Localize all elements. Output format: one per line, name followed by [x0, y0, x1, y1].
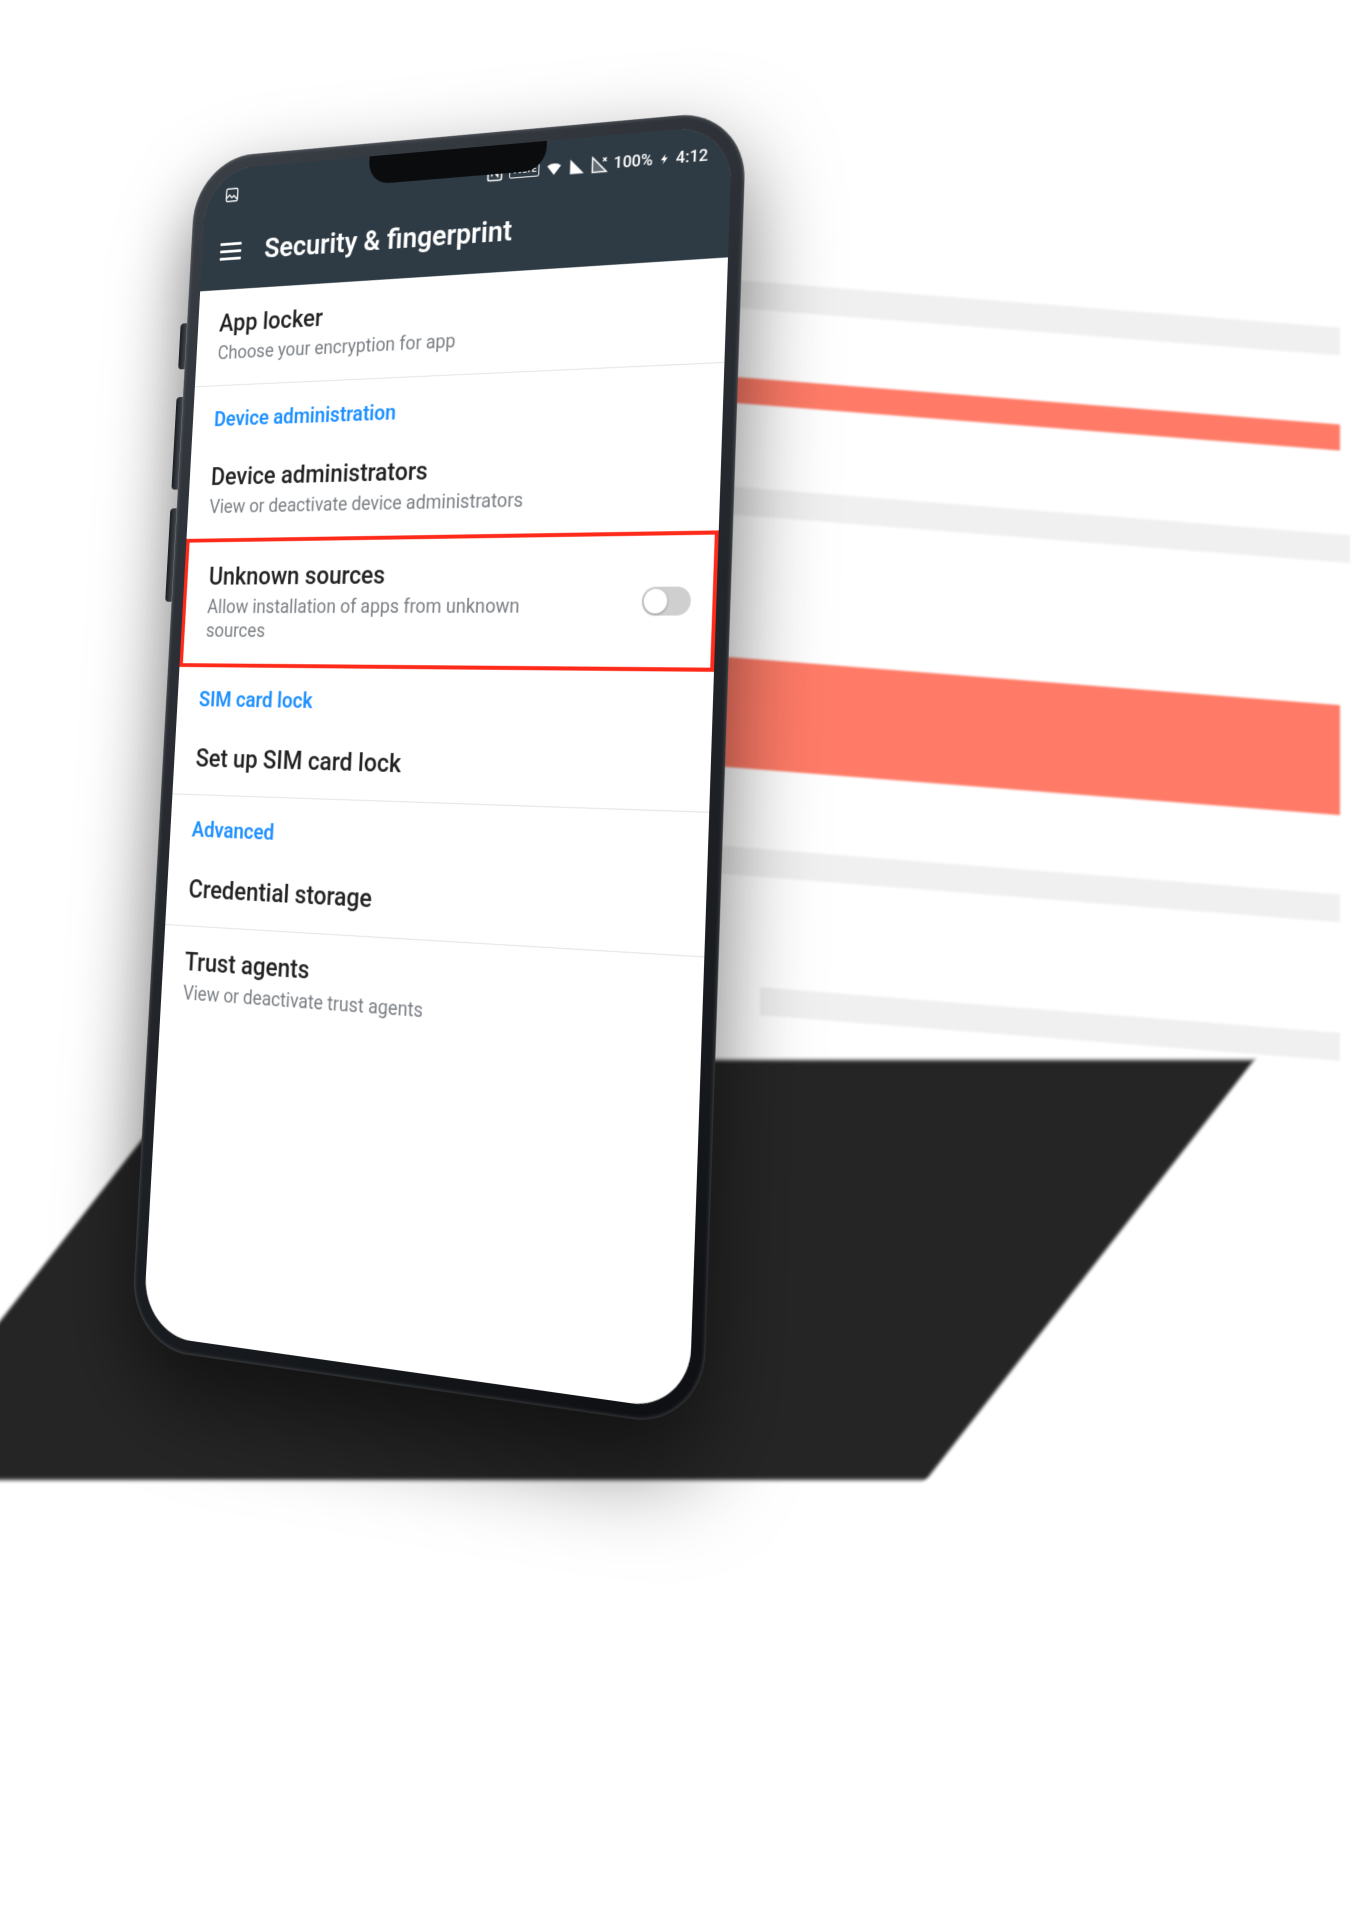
phone-frame: VoLTE 100% 4:12 — [130, 109, 747, 1429]
menu-icon[interactable] — [219, 237, 242, 265]
screen: VoLTE 100% 4:12 — [143, 125, 733, 1412]
highlight-glow — [640, 369, 1340, 450]
clock: 4:12 — [675, 146, 708, 169]
row-glow — [640, 272, 1340, 355]
volume-down-button — [165, 508, 177, 602]
row-title: Device administrators — [210, 449, 696, 492]
screenshot-notif-icon — [224, 186, 240, 204]
settings-list[interactable]: App locker Choose your encryption for ap… — [143, 257, 728, 1411]
row-glow — [660, 481, 1350, 563]
signal-2-nosim-icon — [591, 155, 609, 174]
row-glow — [720, 846, 1340, 923]
row-unknown-sources[interactable]: Unknown sources Allow installation of ap… — [179, 530, 718, 671]
row-subtitle: View or deactivate trust agents — [182, 981, 559, 1034]
battery-percent: 100% — [613, 150, 653, 173]
highlight-glow — [700, 655, 1340, 815]
row-title: Set up SIM card lock — [195, 744, 685, 787]
toggle-knob — [643, 589, 667, 614]
signal-1-icon — [568, 157, 585, 176]
row-title: Credential storage — [188, 875, 680, 931]
section-sim-card-lock: SIM card lock — [176, 665, 714, 734]
row-device-administrators[interactable]: Device administrators View or deactivate… — [186, 425, 722, 540]
page-title: Security & fingerprint — [264, 214, 513, 265]
charging-icon — [658, 150, 670, 169]
wifi-icon — [544, 158, 563, 179]
unknown-sources-toggle[interactable] — [641, 587, 691, 616]
row-subtitle: View or deactivate device administrators — [209, 486, 581, 518]
side-button — [178, 323, 187, 369]
row-trust-agents[interactable]: Trust agents View or deactivate trust ag… — [160, 925, 705, 1068]
row-glow — [760, 987, 1340, 1061]
row-title: Unknown sources — [208, 558, 688, 592]
volume-up-button — [171, 397, 183, 490]
row-subtitle: Allow installation of apps from unknown … — [205, 593, 574, 644]
